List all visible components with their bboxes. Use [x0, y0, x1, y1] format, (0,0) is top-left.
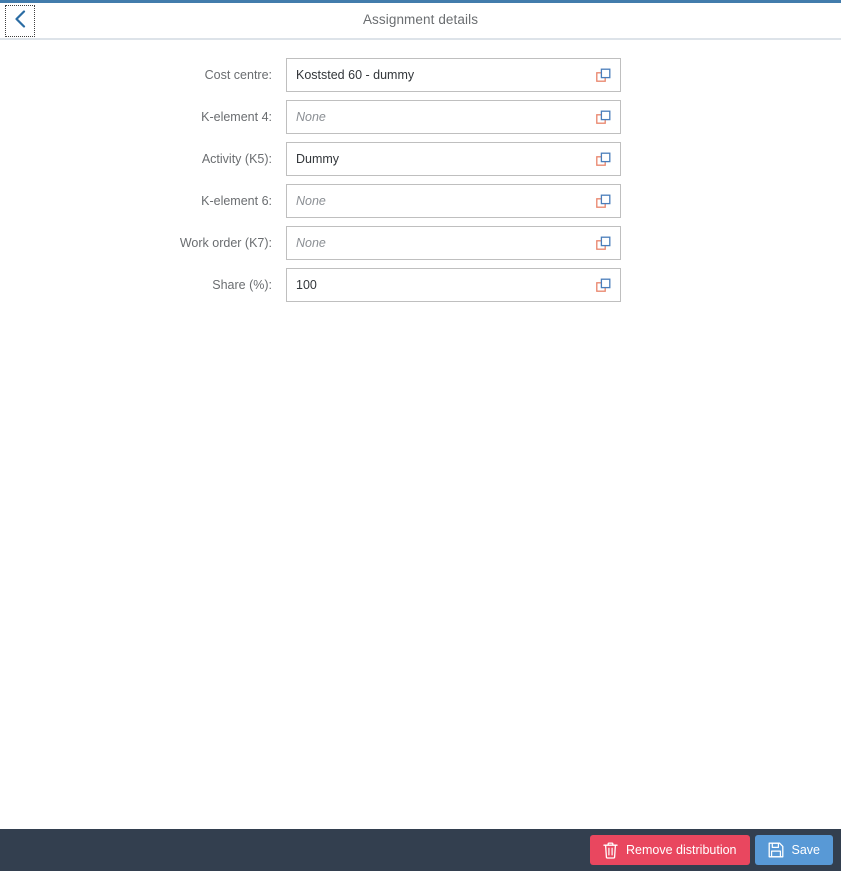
form-row: K-element 6: None: [0, 184, 841, 226]
assignment-details-form: Cost centre: Koststed 60 - dummy K-element…: [0, 58, 841, 310]
action-footer: Remove distribution Save: [0, 829, 841, 871]
field-label: Share (%):: [212, 278, 272, 292]
header-separator: [0, 38, 841, 40]
save-button[interactable]: Save: [754, 835, 833, 865]
page-title: Assignment details: [362, 12, 479, 27]
field-input[interactable]: None: [286, 100, 621, 134]
save-label: Save: [791, 843, 821, 857]
form-row: Activity (K5): Dummy: [0, 142, 841, 184]
value-help-icon[interactable]: [596, 194, 611, 209]
field-input[interactable]: None: [286, 226, 621, 260]
field-input[interactable]: None: [286, 184, 621, 218]
value-help-icon[interactable]: [596, 236, 611, 251]
value-help-icon[interactable]: [596, 278, 611, 293]
value-help-icon[interactable]: [596, 68, 611, 83]
form-row: Share (%): 100: [0, 268, 841, 310]
field-input[interactable]: Koststed 60 - dummy: [286, 58, 621, 92]
form-row: K-element 4: None: [0, 100, 841, 142]
field-label: Work order (K7):: [179, 236, 272, 250]
field-input[interactable]: 100: [286, 268, 621, 302]
field-placeholder: None: [296, 194, 326, 208]
remove-distribution-label: Remove distribution: [626, 843, 737, 857]
field-value: 100: [296, 278, 317, 292]
save-floppy-icon: [768, 842, 784, 858]
value-help-icon[interactable]: [596, 110, 611, 125]
remove-distribution-button[interactable]: Remove distribution: [590, 835, 750, 865]
field-placeholder: None: [296, 236, 326, 250]
field-label: K-element 6:: [201, 194, 272, 208]
value-help-icon[interactable]: [596, 152, 611, 167]
field-input[interactable]: Dummy: [286, 142, 621, 176]
form-row: Work order (K7): None: [0, 226, 841, 268]
page-header: Assignment details: [0, 3, 841, 39]
form-row: Cost centre: Koststed 60 - dummy: [0, 58, 841, 100]
trash-icon: [603, 841, 618, 859]
field-placeholder: None: [296, 110, 326, 124]
field-label: Cost centre:: [204, 68, 272, 82]
field-value: Dummy: [296, 152, 340, 166]
field-label: K-element 4:: [201, 110, 272, 124]
field-value: Koststed 60 - dummy: [296, 68, 415, 82]
field-label: Activity (K5):: [201, 152, 272, 166]
